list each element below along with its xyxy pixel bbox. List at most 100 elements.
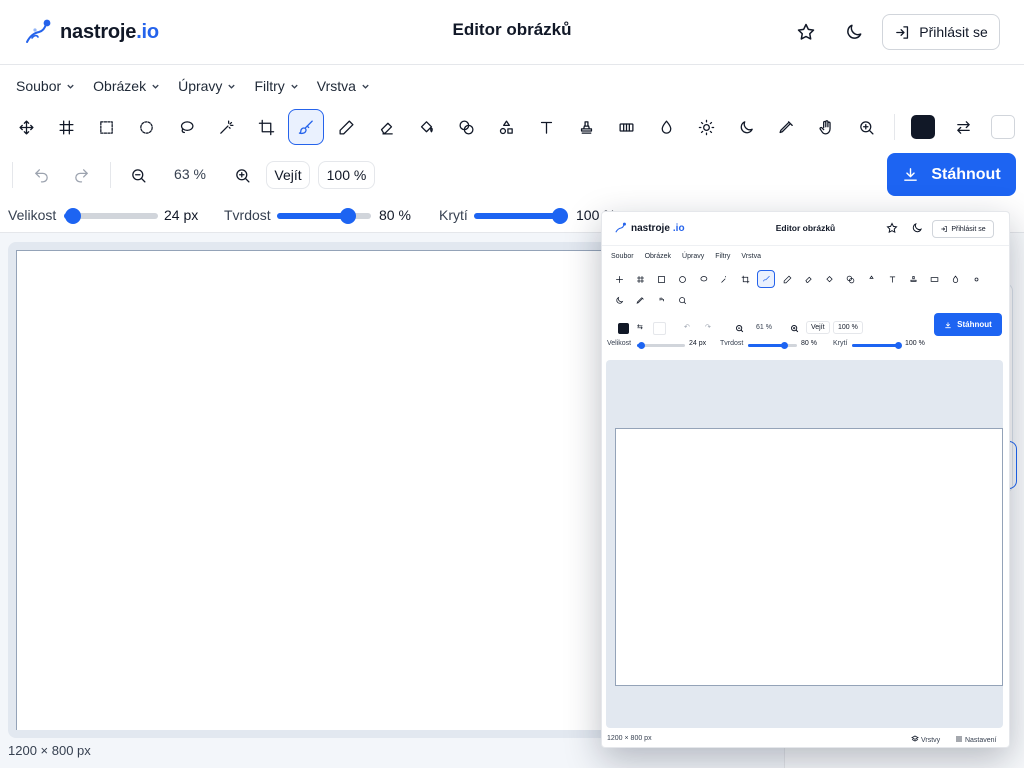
rect-select-icon xyxy=(99,120,113,134)
preview-login-button: Přihlásit se xyxy=(932,220,994,238)
shapes-triangle-icon xyxy=(868,274,874,279)
preview-size-value: 24 px xyxy=(689,340,707,347)
preview-tool xyxy=(946,270,964,288)
preview-tool xyxy=(673,270,691,288)
preview-fit-button: Vejít xyxy=(806,321,830,334)
preview-opacity-fill xyxy=(852,344,899,347)
menu-vrstva[interactable]: Vrstva xyxy=(317,78,370,94)
login-button[interactable]: Přihlásit se xyxy=(882,14,1000,50)
tool-rect-select[interactable] xyxy=(88,109,124,145)
tool-blur[interactable] xyxy=(648,109,684,145)
fit-button[interactable]: Vejít xyxy=(266,161,310,189)
crop-icon xyxy=(258,119,274,135)
opacity-slider-handle[interactable] xyxy=(552,208,569,224)
tool-shapes-triangle[interactable] xyxy=(488,109,524,145)
tool-magic-wand[interactable] xyxy=(208,109,244,145)
download-button[interactable]: Stáhnout xyxy=(887,153,1016,196)
preview-zoom-level: 61 % xyxy=(756,324,772,331)
preview-tool xyxy=(694,270,712,288)
preview-canvas xyxy=(615,428,1003,686)
tool-brightness[interactable] xyxy=(688,109,724,145)
hardness-slider-handle[interactable] xyxy=(339,208,356,224)
favorite-button[interactable] xyxy=(792,18,820,46)
preview-menu: Soubor Obrázek Úpravy Filtry Vrstva xyxy=(611,253,761,260)
preview-canvas-size: 1200 × 800 px xyxy=(607,735,652,742)
preview-foreground-swatch xyxy=(618,323,629,334)
tool-crop-frame[interactable] xyxy=(48,109,84,145)
eraser-icon xyxy=(804,276,812,283)
preview-tool xyxy=(652,270,670,288)
tool-shapes[interactable] xyxy=(448,109,484,145)
preview-tool xyxy=(610,291,628,309)
preview-size-slider xyxy=(637,342,685,349)
shapes-icon xyxy=(846,275,854,283)
tool-gradient[interactable] xyxy=(608,109,644,145)
tool-text[interactable] xyxy=(528,109,564,145)
chevron-down-icon xyxy=(67,84,74,89)
brush-icon xyxy=(298,119,313,134)
menu-upravy[interactable]: Úpravy xyxy=(178,78,236,94)
preview-tool xyxy=(883,270,901,288)
sun-icon xyxy=(974,277,978,281)
eraser-icon xyxy=(380,122,393,135)
tool-ellipse-select[interactable] xyxy=(128,109,164,145)
tool-zoom[interactable] xyxy=(848,109,884,145)
opacity-slider[interactable] xyxy=(474,208,569,224)
hardness-slider-fill xyxy=(277,213,348,219)
redo-button[interactable] xyxy=(68,162,94,188)
text-icon xyxy=(540,121,552,134)
swap-colors-button[interactable] xyxy=(945,109,981,145)
size-slider[interactable] xyxy=(64,208,158,224)
foreground-color-button[interactable] xyxy=(905,109,941,145)
menu-soubor[interactable]: Soubor xyxy=(16,78,75,94)
zoom-out-icon xyxy=(131,168,146,183)
divider xyxy=(12,162,13,188)
hardness-slider[interactable] xyxy=(277,208,371,224)
size-slider-handle[interactable] xyxy=(65,208,82,224)
preview-tool xyxy=(631,291,649,309)
gradient-icon xyxy=(930,276,938,282)
login-icon xyxy=(896,25,909,39)
undo-icon xyxy=(34,168,48,183)
preview-settings-button: Nastavení xyxy=(955,735,996,744)
move-icon xyxy=(18,119,34,135)
zoom-out-button[interactable] xyxy=(125,162,151,188)
preview-layers-button: Vrstvy xyxy=(911,735,940,744)
undo-button[interactable] xyxy=(28,162,54,188)
droplet-icon xyxy=(661,119,671,134)
preview-hardness-value: 80 % xyxy=(801,340,817,347)
tool-stamp[interactable] xyxy=(568,109,604,145)
menu-obrazek[interactable]: Obrázek xyxy=(93,78,160,94)
theme-toggle[interactable] xyxy=(840,18,868,46)
tool-crop[interactable] xyxy=(248,109,284,145)
moon-icon xyxy=(740,120,753,133)
tool-dodge[interactable] xyxy=(728,109,764,145)
text-icon xyxy=(889,276,895,282)
background-color-button[interactable] xyxy=(985,109,1021,145)
zoom-in-button[interactable] xyxy=(229,162,255,188)
preview-tool xyxy=(631,270,649,288)
stamp-icon xyxy=(910,275,916,282)
preview-tool xyxy=(610,270,628,288)
preview-footer: 1200 × 800 px Vrstvy Nastavení xyxy=(602,731,1009,747)
tool-eraser[interactable] xyxy=(368,109,404,145)
tool-eyedropper[interactable] xyxy=(768,109,804,145)
tool-fill-bucket[interactable] xyxy=(408,109,444,145)
zoom-in-icon xyxy=(235,168,250,183)
tool-pencil[interactable] xyxy=(328,109,364,145)
eyedropper-icon xyxy=(778,120,793,133)
preview-undo-icon: ↶ xyxy=(684,324,690,331)
tool-hand[interactable] xyxy=(808,109,844,145)
actual-size-button[interactable]: 100 % xyxy=(318,161,375,189)
tool-lasso[interactable] xyxy=(168,109,204,145)
gradient-icon xyxy=(618,122,634,132)
tool-brush[interactable] xyxy=(288,109,324,145)
preview-tool xyxy=(904,270,922,288)
preview-background-swatch xyxy=(653,322,666,335)
redo-icon xyxy=(74,168,88,183)
tool-move[interactable] xyxy=(8,109,44,145)
preview-tool xyxy=(841,270,859,288)
menu-filtry[interactable]: Filtry xyxy=(254,78,298,94)
preview-tool xyxy=(925,270,943,288)
preview-opacity-value: 100 % xyxy=(905,340,925,347)
